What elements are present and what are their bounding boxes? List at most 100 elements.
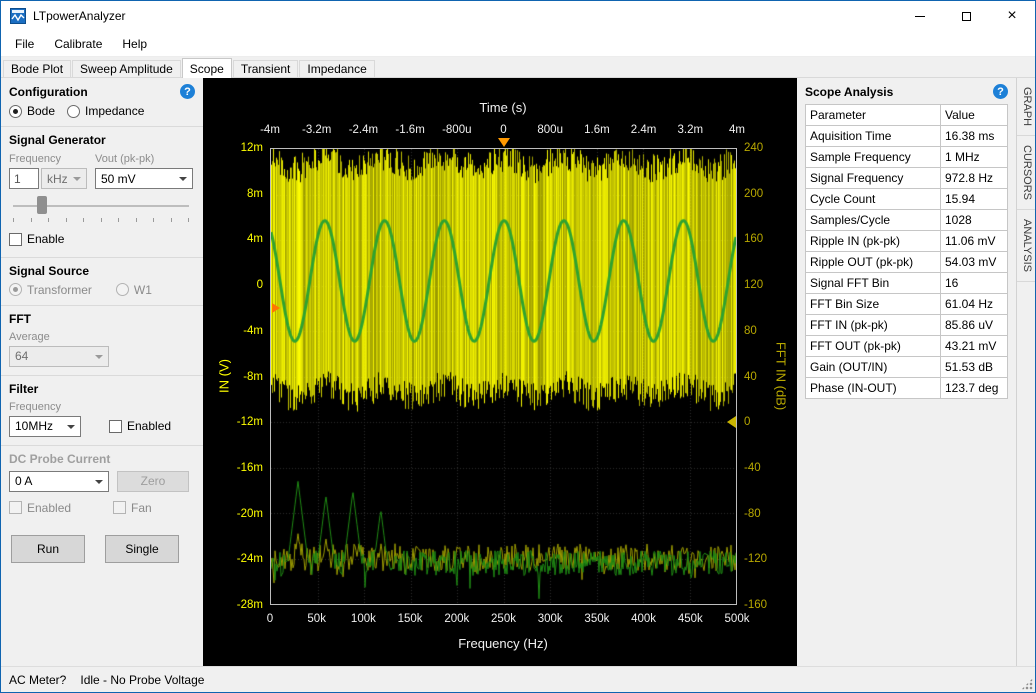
signal-source-radio-dot-transformer bbox=[9, 283, 22, 296]
signal-generator-group: Signal Generator Frequency 1 kHz Vout (p… bbox=[1, 126, 203, 257]
run-controls: Run Single bbox=[11, 535, 195, 563]
analysis-row-sample-frequency: Sample Frequency1 MHz bbox=[806, 147, 1008, 168]
side-tab-graph[interactable]: GRAPH bbox=[1017, 78, 1035, 136]
value-cell: 85.86 uV bbox=[941, 315, 1008, 336]
frequency-axis-tick: 200k bbox=[444, 613, 469, 625]
run-button[interactable]: Run bbox=[11, 535, 85, 563]
side-tab-analysis[interactable]: ANALYSIS bbox=[1017, 210, 1035, 282]
value-cell: 123.7 deg bbox=[941, 378, 1008, 399]
scope-analysis-panel: Scope Analysis ? Parameter Value Aquisit… bbox=[797, 78, 1016, 666]
tab-impedance[interactable]: Impedance bbox=[299, 60, 374, 77]
dc-probe-enabled-checkbox[interactable]: Enabled bbox=[9, 501, 113, 515]
in-axis-tick: -24m bbox=[203, 553, 263, 565]
fft-axis-tick: 200 bbox=[744, 188, 763, 200]
level-marker[interactable] bbox=[272, 303, 280, 313]
parameter-cell: Signal FFT Bin bbox=[806, 273, 941, 294]
time-axis-tick: 2.4m bbox=[631, 124, 657, 136]
filter-group: Filter Frequency 10MHz Enabled bbox=[1, 375, 203, 445]
dc-probe-enabled-checkbox-label: Enabled bbox=[27, 501, 71, 515]
frequency-axis-tick: 500k bbox=[725, 613, 750, 625]
fft-axis-title: FFT IN (dB) bbox=[774, 342, 789, 410]
window-controls: × bbox=[897, 1, 1035, 31]
dc-probe-current-combo[interactable]: 0 A bbox=[9, 471, 109, 492]
analysis-row-ripple-out-pk-pk: Ripple OUT (pk-pk)54.03 mV bbox=[806, 252, 1008, 273]
menu-item-file[interactable]: File bbox=[5, 32, 44, 56]
dc-probe-group: DC Probe Current 0 A Zero Enabled Fan bbox=[1, 445, 203, 523]
configuration-radio-impedance[interactable]: Impedance bbox=[67, 104, 144, 118]
fft-zero-db-marker[interactable] bbox=[727, 416, 736, 428]
sidebar: Configuration ? BodeImpedance Signal Gen… bbox=[1, 78, 203, 666]
in-axis-tick: -12m bbox=[203, 416, 263, 428]
side-tab-cursors[interactable]: CURSORS bbox=[1017, 136, 1035, 210]
analysis-row-ripple-in-pk-pk: Ripple IN (pk-pk)11.06 mV bbox=[806, 231, 1008, 252]
enable-checkbox-box bbox=[9, 233, 22, 246]
configuration-radio-label-impedance: Impedance bbox=[85, 104, 144, 118]
frequency-unit-combo[interactable]: kHz bbox=[41, 168, 87, 189]
frequency-axis-tick: 350k bbox=[584, 613, 609, 625]
minimize-button[interactable] bbox=[897, 1, 943, 31]
enable-checkbox[interactable]: Enable bbox=[9, 232, 64, 246]
signal-generator-title: Signal Generator bbox=[9, 133, 106, 147]
amplitude-slider[interactable] bbox=[11, 195, 193, 225]
value-cell: 15.94 bbox=[941, 189, 1008, 210]
analysis-row-signal-fft-bin: Signal FFT Bin16 bbox=[806, 273, 1008, 294]
parameter-cell: Ripple OUT (pk-pk) bbox=[806, 252, 941, 273]
menu-bar: FileCalibrateHelp bbox=[1, 31, 1035, 57]
fft-axis-tick: 40 bbox=[744, 371, 757, 383]
signal-source-radio-w1[interactable]: W1 bbox=[116, 283, 152, 297]
fan-checkbox-box bbox=[113, 501, 126, 514]
tab-scope[interactable]: Scope bbox=[182, 58, 232, 78]
side-tab-strip: GRAPHCURSORSANALYSIS bbox=[1016, 78, 1035, 666]
app-icon bbox=[10, 8, 26, 24]
time-axis-tick: -1.6m bbox=[395, 124, 424, 136]
fft-axis-tick: 240 bbox=[744, 142, 763, 154]
filter-frequency-combo[interactable]: 10MHz bbox=[9, 416, 81, 437]
configuration-radio-bode[interactable]: Bode bbox=[9, 104, 55, 118]
scope-analysis-help-icon[interactable]: ? bbox=[993, 84, 1008, 99]
vout-label: Vout (pk-pk) bbox=[95, 153, 193, 165]
vout-combo[interactable]: 50 mV bbox=[95, 168, 193, 189]
time-axis-tick: -800u bbox=[442, 124, 471, 136]
status-message: Idle - No Probe Voltage bbox=[80, 673, 204, 687]
in-axis-tick: -8m bbox=[203, 371, 263, 383]
waveform-canvas bbox=[271, 149, 736, 604]
analysis-row-signal-frequency: Signal Frequency972.8 Hz bbox=[806, 168, 1008, 189]
tab-transient[interactable]: Transient bbox=[233, 60, 299, 77]
fft-axis-tick: -40 bbox=[744, 462, 761, 474]
signal-source-title: Signal Source bbox=[9, 264, 89, 278]
minimize-icon bbox=[915, 16, 925, 17]
frequency-axis-tick: 50k bbox=[307, 613, 326, 625]
analysis-row-aquisition-time: Aquisition Time16.38 ms bbox=[806, 126, 1008, 147]
configuration-radio-dot-impedance bbox=[67, 105, 80, 118]
slider-thumb[interactable] bbox=[37, 196, 47, 214]
vout-value: 50 mV bbox=[101, 172, 136, 186]
parameter-cell: Ripple IN (pk-pk) bbox=[806, 231, 941, 252]
tab-sweep-amplitude[interactable]: Sweep Amplitude bbox=[72, 60, 181, 77]
maximize-button[interactable] bbox=[943, 1, 989, 31]
parameter-cell: Samples/Cycle bbox=[806, 210, 941, 231]
single-button[interactable]: Single bbox=[105, 535, 179, 563]
plot-area[interactable] bbox=[270, 148, 737, 605]
frequency-input[interactable]: 1 bbox=[9, 168, 39, 189]
signal-source-radio-transformer[interactable]: Transformer bbox=[9, 283, 92, 297]
zero-button[interactable]: Zero bbox=[117, 471, 189, 492]
time-zero-marker[interactable] bbox=[498, 138, 510, 147]
parameter-cell: Aquisition Time bbox=[806, 126, 941, 147]
dc-probe-enabled-checkbox-box bbox=[9, 501, 22, 514]
tab-bode-plot[interactable]: Bode Plot bbox=[3, 60, 71, 77]
configuration-help-icon[interactable]: ? bbox=[180, 84, 195, 99]
analysis-row-samples-cycle: Samples/Cycle1028 bbox=[806, 210, 1008, 231]
menu-item-calibrate[interactable]: Calibrate bbox=[44, 32, 112, 56]
tab-strip: Bode PlotSweep AmplitudeScopeTransientIm… bbox=[1, 57, 1035, 78]
fft-average-combo[interactable]: 64 bbox=[9, 346, 109, 367]
fan-checkbox[interactable]: Fan bbox=[113, 501, 152, 515]
value-column-header: Value bbox=[941, 105, 1008, 126]
close-button[interactable]: × bbox=[989, 1, 1035, 31]
menu-item-help[interactable]: Help bbox=[112, 32, 157, 56]
parameter-cell: Cycle Count bbox=[806, 189, 941, 210]
time-axis-tick: 800u bbox=[537, 124, 563, 136]
slider-ticks bbox=[13, 218, 189, 222]
in-axis-tick: -16m bbox=[203, 462, 263, 474]
filter-enabled-checkbox[interactable]: Enabled bbox=[109, 419, 171, 433]
resize-grip[interactable] bbox=[1021, 678, 1033, 690]
